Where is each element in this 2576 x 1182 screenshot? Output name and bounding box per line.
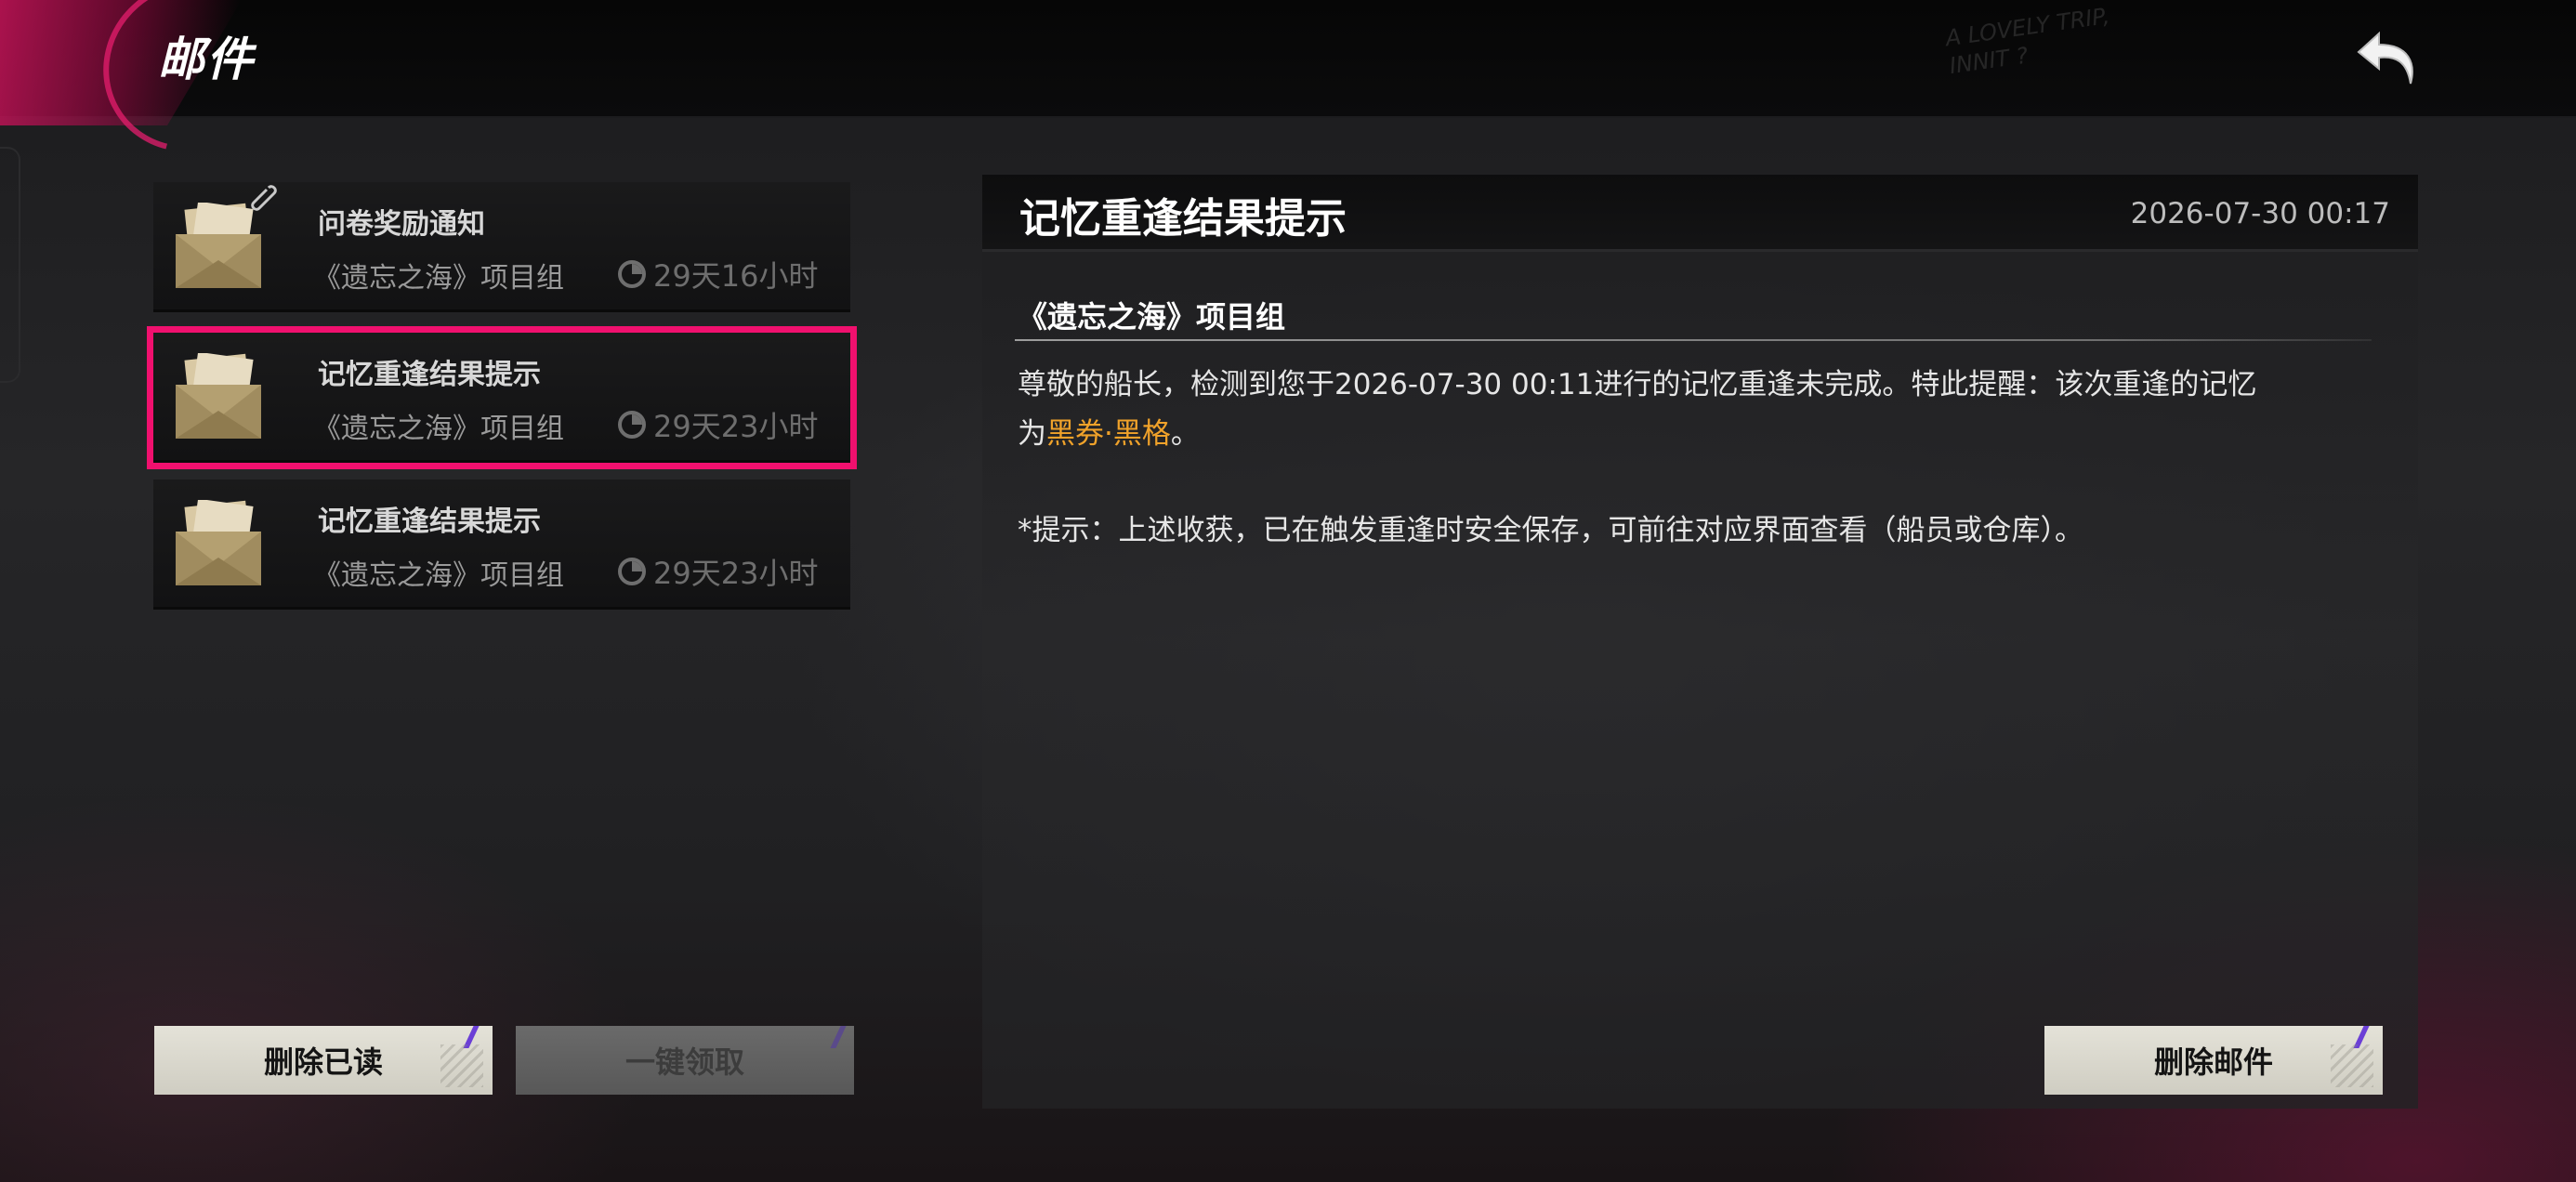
mail-list-item[interactable]: 问卷奖励通知 《遗忘之海》项目组 29天16小时	[153, 182, 850, 312]
left-edge-decoration	[0, 147, 20, 383]
paperclip-icon	[251, 185, 277, 211]
detail-body: 尊敬的船长，检测到您于2026-07-30 00:11进行的记忆重逢未完成。特此…	[1018, 368, 2257, 451]
top-bar: 邮件 A LOVELY TRIP, INNIT ?	[0, 0, 2576, 184]
button-texture	[2331, 1044, 2373, 1087]
envelope-icon	[176, 353, 261, 439]
highlighted-reward: 黑券·黑格	[1046, 417, 1171, 451]
mail-title: 问卷奖励通知	[318, 208, 485, 241]
delete-read-button[interactable]: 删除已读	[154, 1026, 493, 1095]
mail-list-item-selected[interactable]: 记忆重逢结果提示 《遗忘之海》项目组 29天23小时	[147, 326, 857, 469]
background-deco-text: A LOVELY TRIP, INNIT ?	[1943, 2, 2111, 80]
back-button[interactable]	[2351, 26, 2425, 91]
delete-mail-button[interactable]: 删除邮件	[2044, 1026, 2383, 1095]
clock-icon	[618, 260, 646, 288]
detail-note: *提示：上述收获，已在触发重逢时安全保存，可前往对应界面查看（船员或仓库）。	[1018, 514, 2083, 547]
envelope-icon	[176, 500, 261, 585]
detail-sender: 《遗忘之海》项目组	[1018, 299, 1286, 335]
detail-divider	[1015, 339, 2372, 341]
button-texture	[440, 1044, 483, 1087]
detail-date: 2026-07-30 00:17	[2130, 197, 2390, 230]
mail-detail-panel: 记忆重逢结果提示 2026-07-30 00:17 《遗忘之海》项目组 尊敬的船…	[982, 175, 2418, 1109]
detail-header: 记忆重逢结果提示 2026-07-30 00:17	[982, 175, 2418, 252]
mail-sender: 《遗忘之海》项目组	[313, 262, 564, 295]
mail-title: 记忆重逢结果提示	[318, 506, 541, 538]
mail-sender: 《遗忘之海》项目组	[313, 413, 564, 445]
claim-all-button[interactable]: 一键领取	[516, 1026, 854, 1095]
envelope-icon	[176, 203, 261, 288]
clock-icon	[618, 558, 646, 585]
mail-sender: 《遗忘之海》项目组	[313, 559, 564, 592]
detail-title: 记忆重逢结果提示	[1019, 195, 1347, 243]
mail-expiry: 29天23小时	[616, 403, 818, 446]
mail-expiry: 29天16小时	[616, 253, 818, 296]
page-title: 邮件	[158, 33, 255, 86]
mail-title: 记忆重逢结果提示	[318, 359, 541, 391]
mail-list-item[interactable]: 记忆重逢结果提示 《遗忘之海》项目组 29天23小时	[153, 479, 850, 610]
mail-expiry: 29天23小时	[616, 550, 818, 593]
clock-icon	[618, 411, 646, 439]
button-accent-stripe	[830, 1026, 847, 1048]
back-arrow-icon	[2357, 31, 2413, 85]
